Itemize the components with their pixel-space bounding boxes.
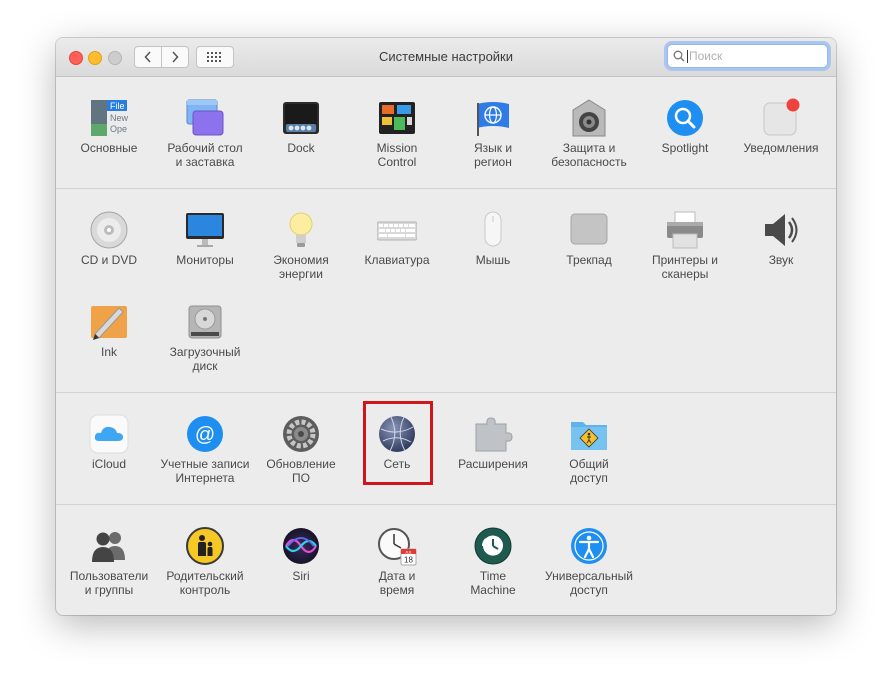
displays-icon (186, 213, 224, 247)
trackpad-icon (570, 213, 608, 245)
pane-label: Пользователи и группы (69, 569, 149, 597)
pane-label: Общий доступ (569, 457, 609, 485)
pane-label: Экономия энергии (273, 253, 329, 281)
pane-label: Расширения (458, 457, 528, 471)
pane-label: Siri (292, 569, 310, 583)
pane-label: Защита и безопасность (551, 141, 627, 169)
time-machine-icon (474, 527, 512, 565)
software-update-icon (283, 416, 319, 452)
search-field[interactable]: Поиск (667, 44, 828, 68)
spotlight-icon (667, 100, 703, 136)
icloud-icon (89, 414, 129, 454)
pane-label: iCloud (91, 457, 127, 471)
pane-label: Родительский контроль (166, 569, 244, 597)
svg-text:18: 18 (404, 556, 413, 565)
svg-text:Ope: Ope (110, 124, 127, 134)
pane-label: Мониторы (176, 253, 234, 267)
pane-label: Универсальный доступ (545, 569, 633, 597)
svg-text:JUL: JUL (405, 549, 413, 554)
dock-icon (283, 102, 319, 134)
text-cursor (687, 50, 688, 63)
svg-text:File: File (110, 101, 125, 111)
sound-icon (765, 214, 798, 246)
date-time-icon: JUL 18 (378, 528, 417, 566)
printer-icon (667, 211, 703, 249)
pane-label: Spotlight (661, 141, 709, 155)
mouse-icon (484, 211, 502, 247)
parental-controls-icon (186, 527, 224, 565)
pane-label: Рабочий стол и заставка (167, 141, 243, 169)
pane-label: Звук (768, 253, 794, 267)
pane-label: Дата и время (378, 569, 416, 597)
desktop-screensaver-icon (186, 99, 224, 136)
pane-label: Загрузочный диск (169, 345, 241, 373)
pane-label: Уведомления (743, 141, 819, 155)
system-preferences-window: Системные настройки Поиск File New Ope О… (56, 38, 836, 615)
search-icon (673, 50, 685, 62)
users-groups-icon (92, 532, 125, 562)
pane-label: Принтеры и сканеры (652, 253, 718, 281)
titlebar: Системные настройки Поиск (56, 38, 836, 77)
pane-label: Учетные записи Интернета (160, 457, 250, 485)
pane-label: Основные (80, 141, 138, 155)
pane-label: Mission Control (376, 141, 418, 169)
sharing-icon (571, 422, 607, 450)
accessibility-icon (571, 528, 607, 564)
energy-saver-icon (289, 212, 313, 247)
pane-label: Мышь (475, 253, 511, 267)
mission-control-icon (379, 102, 415, 134)
general-icon: File New Ope (91, 100, 129, 136)
notifications-icon (763, 98, 800, 136)
search-placeholder: Поиск (689, 49, 723, 63)
cd-dvd-icon (90, 211, 128, 249)
keyboard-icon (377, 221, 417, 241)
ink-icon (91, 306, 127, 340)
svg-text:New: New (110, 113, 129, 123)
pane-label: Клавиатура (364, 253, 430, 267)
pane-label: Ink (100, 345, 117, 359)
siri-icon (283, 528, 319, 564)
section-personal (56, 76, 836, 188)
pane-label: Dock (287, 141, 315, 155)
pane-label: Time Machine (470, 569, 516, 597)
pane-label: Обновление ПО (266, 457, 336, 485)
startup-disk-icon (188, 305, 222, 339)
language-region-icon (477, 102, 509, 136)
extensions-icon (475, 417, 513, 452)
pane-label: CD и DVD (80, 253, 138, 267)
section-system (56, 504, 836, 615)
pane-label: Трекпад (566, 253, 612, 267)
svg-text:@: @ (195, 424, 215, 446)
pane-label: Язык и регион (473, 141, 513, 169)
security-icon (572, 99, 606, 137)
section-internet (56, 392, 836, 504)
network-highlight-box (363, 401, 433, 485)
internet-accounts-icon: @ (187, 416, 223, 452)
